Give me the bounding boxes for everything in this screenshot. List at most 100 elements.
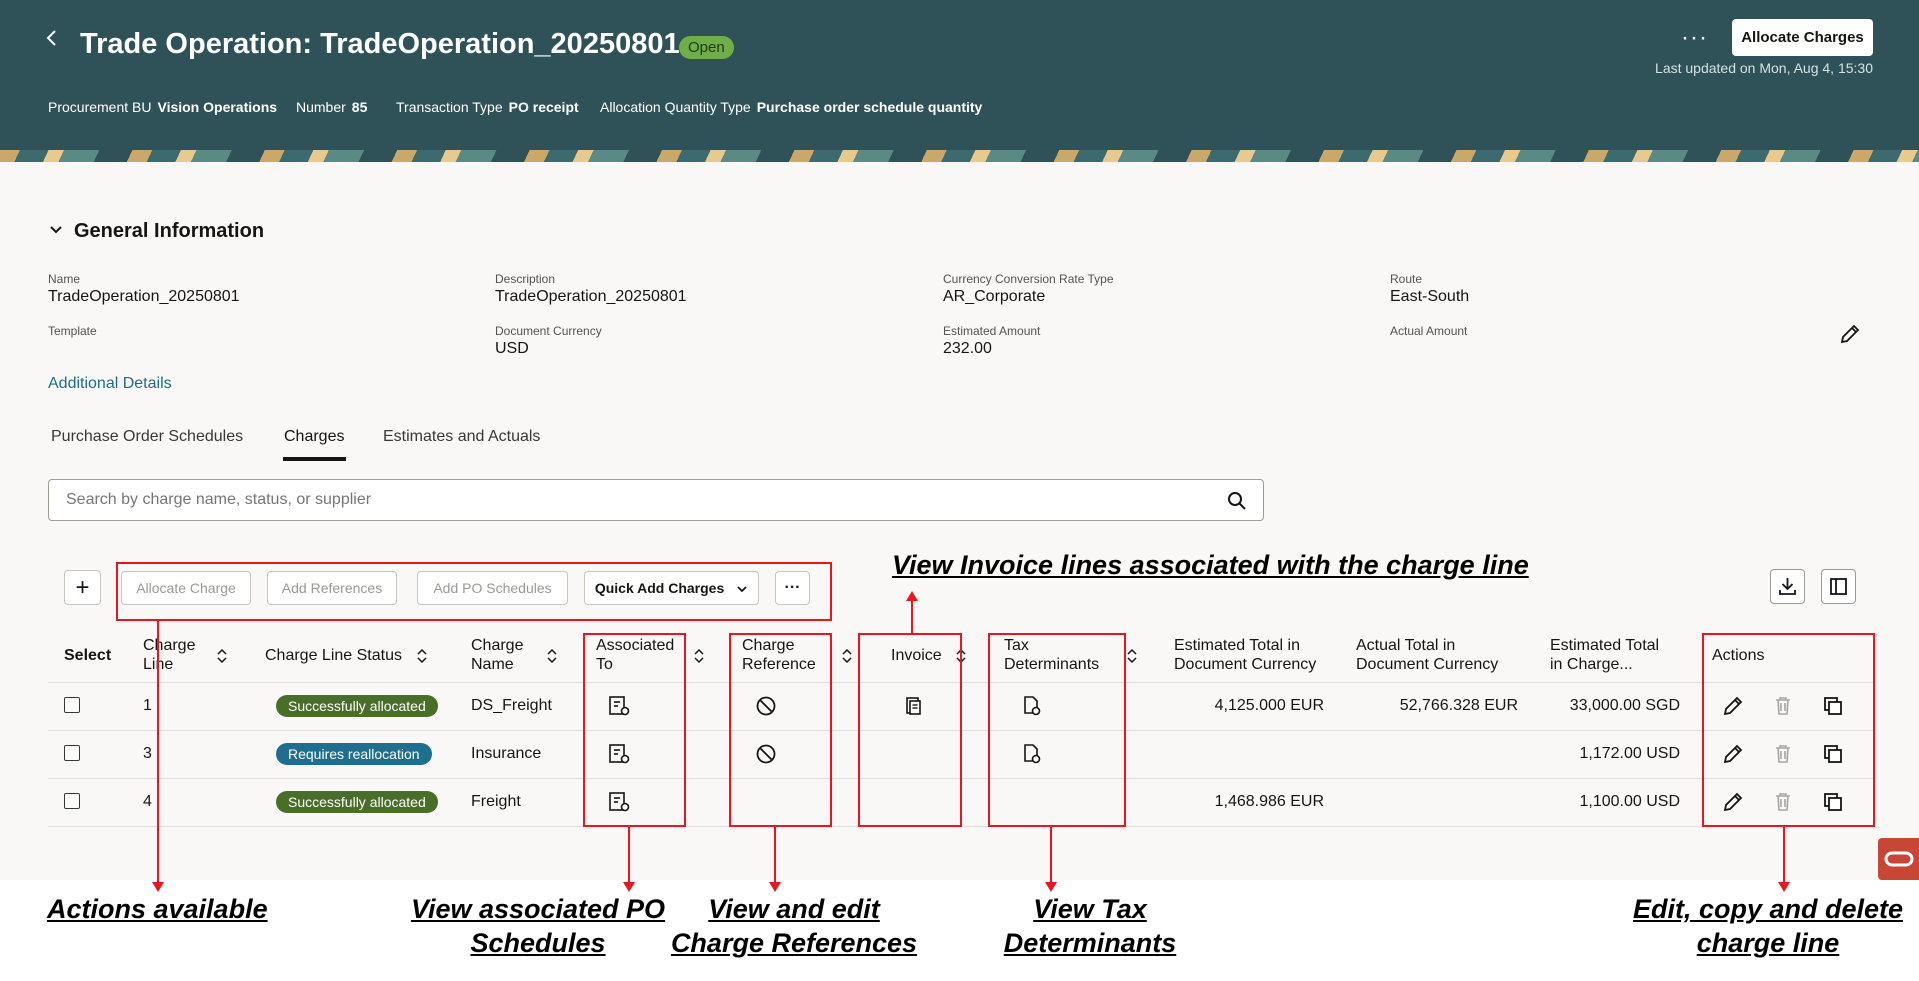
annotation-box-toolbar <box>116 562 832 621</box>
charge-name: Insurance <box>471 745 542 762</box>
field-label: Route <box>1390 272 1423 286</box>
additional-details-link[interactable]: Additional Details <box>48 375 172 393</box>
annotation-arrowhead <box>1778 882 1790 892</box>
col-header-text: Line <box>143 655 195 674</box>
active-tab-indicator <box>283 457 346 461</box>
field-label: Template <box>48 324 97 338</box>
field-label: Description <box>495 272 556 286</box>
status-badge: Requires reallocation <box>276 743 432 765</box>
col-header-est-total-doc: Estimated Total in Document Currency <box>1174 636 1316 674</box>
col-header-text: Name <box>471 656 514 673</box>
add-charge-button[interactable]: + <box>64 570 101 605</box>
sort-icon[interactable] <box>1126 648 1138 669</box>
field-value: TradeOperation_20250801 <box>495 288 687 305</box>
estimated-total-charge: 33,000.00 SGD <box>1569 697 1680 714</box>
callout-po-schedules: View associated PO Schedules <box>398 892 678 960</box>
back-chevron-icon[interactable] <box>42 26 66 50</box>
status-badge: Successfully allocated <box>276 791 438 813</box>
callout-line: Charge References <box>670 928 918 958</box>
meta-label: Transaction Type <box>396 99 503 115</box>
col-header-text: Document Currency <box>1174 656 1317 673</box>
col-header-text: Document Currency <box>1356 656 1499 673</box>
oracle-logo-icon[interactable] <box>1878 838 1919 880</box>
search-input[interactable] <box>64 490 1188 510</box>
charge-line-number: 3 <box>143 745 152 762</box>
field-value: East-South <box>1390 288 1470 305</box>
meta-transaction-type: Transaction Type PO receipt <box>396 99 579 115</box>
page-title: Trade Operation: TradeOperation_20250801 <box>80 28 680 60</box>
annotation-box-actions <box>1702 633 1875 827</box>
meta-label: Procurement BU <box>48 99 152 115</box>
callout-line: View and edit <box>708 894 880 924</box>
allocate-charges-button[interactable]: Allocate Charges <box>1732 19 1873 56</box>
last-updated-text: Last updated on Mon, Aug 4, 15:30 <box>1655 60 1873 76</box>
annotation-arrow <box>911 601 913 633</box>
col-header-est-total-charge: Estimated Total in Charge... <box>1550 636 1659 674</box>
field-value: 232.00 <box>943 340 992 357</box>
meta-value: 85 <box>351 99 368 115</box>
edit-pencil-icon[interactable] <box>1838 322 1862 346</box>
row-select-checkbox[interactable] <box>64 697 80 713</box>
charge-name: Freight <box>471 793 521 810</box>
actual-total-doc: 52,766.328 EUR <box>1399 697 1518 714</box>
callout-actions-available: Actions available <box>47 894 268 924</box>
field-label: Document Currency <box>495 324 602 338</box>
meta-allocation-quantity-type: Allocation Quantity Type Purchase order s… <box>600 99 982 115</box>
col-header-charge-line-status[interactable]: Charge Line Status <box>265 646 402 665</box>
col-header-select: Select <box>64 647 112 664</box>
sort-icon[interactable] <box>216 648 228 669</box>
annotation-arrow <box>774 827 776 883</box>
annotation-arrow <box>628 827 630 883</box>
col-header-text: Estimated Total in <box>1174 637 1300 654</box>
tab-charges[interactable]: Charges <box>284 428 344 446</box>
sort-icon[interactable] <box>841 648 853 669</box>
field-value: AR_Corporate <box>943 288 1046 305</box>
col-header-charge-name[interactable]: Charge Name <box>471 636 523 674</box>
meta-value: Vision Operations <box>157 99 278 115</box>
sort-icon[interactable] <box>546 648 558 669</box>
col-header-text: Actual Total in <box>1356 637 1456 654</box>
tab-estimates-and-actuals[interactable]: Estimates and Actuals <box>383 428 540 446</box>
callout-edit-copy-delete: Edit, copy and delete charge line <box>1618 892 1918 960</box>
callout-line: Determinants <box>1003 928 1177 958</box>
callout-line: charge line <box>1696 928 1840 958</box>
status-badge: Successfully allocated <box>276 695 438 717</box>
col-header-charge-line[interactable]: ChargeLine <box>143 636 195 674</box>
annotation-arrow <box>1050 827 1052 883</box>
estimated-total-charge: 1,172.00 USD <box>1579 745 1680 762</box>
annotation-arrowhead <box>623 882 635 892</box>
annotation-arrow <box>1783 827 1785 883</box>
annotation-arrowhead <box>1045 882 1057 892</box>
sort-icon[interactable] <box>416 648 428 669</box>
search-icon[interactable] <box>1227 491 1247 511</box>
estimated-total-doc: 1,468.986 EUR <box>1214 793 1324 810</box>
sort-icon[interactable] <box>693 648 705 669</box>
collapse-chevron-icon[interactable] <box>48 222 64 243</box>
meta-label: Number <box>296 99 346 115</box>
column-panel-icon[interactable] <box>1821 569 1856 604</box>
callout-charge-references: View and edit Charge References <box>659 892 929 960</box>
field-label: Name <box>48 272 81 286</box>
col-header-text: Charge <box>471 637 524 654</box>
annotation-arrowhead <box>152 882 164 892</box>
callout-tax-determinants: View Tax Determinants <box>985 892 1195 960</box>
col-header-text: in Charge... <box>1550 656 1633 673</box>
row-select-checkbox[interactable] <box>64 793 80 809</box>
header-decorative-band <box>0 150 1919 162</box>
meta-procurement-bu: Procurement BU Vision Operations <box>48 99 277 115</box>
annotation-arrow <box>157 621 159 883</box>
row-select-checkbox[interactable] <box>64 745 80 761</box>
callout-line: View associated PO <box>410 894 666 924</box>
search-box[interactable] <box>48 479 1264 521</box>
callout-line: Schedules <box>470 928 606 958</box>
meta-value: Purchase order schedule quantity <box>756 99 983 115</box>
download-icon[interactable] <box>1770 569 1805 604</box>
annotation-box-charge-reference <box>729 633 832 827</box>
field-value: USD <box>495 340 529 357</box>
callout-line: View Tax <box>1033 894 1147 924</box>
more-actions-icon[interactable]: ··· <box>1681 24 1708 52</box>
section-title: General Information <box>74 220 265 242</box>
tab-purchase-order-schedules[interactable]: Purchase Order Schedules <box>51 428 243 446</box>
col-header-text: Estimated Total <box>1550 637 1660 654</box>
charge-name: DS_Freight <box>471 697 552 714</box>
